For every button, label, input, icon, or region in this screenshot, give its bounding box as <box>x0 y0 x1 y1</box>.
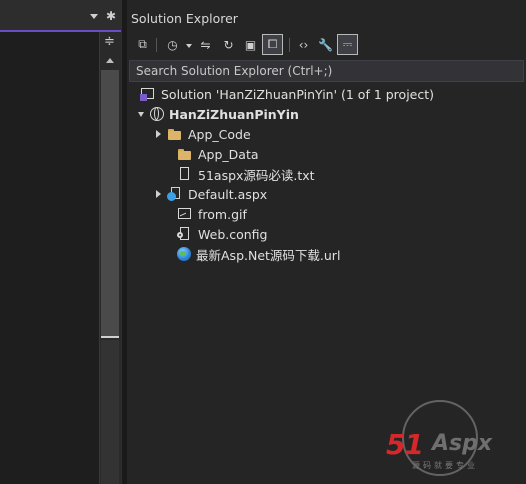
tree-row-item[interactable]: Web.config <box>177 224 267 244</box>
text-file-icon <box>177 166 193 182</box>
tree-row-item[interactable]: App_Data <box>177 144 259 164</box>
tree-item-label: Default.aspx <box>188 186 268 202</box>
web-project-icon <box>150 107 164 121</box>
solution-icon <box>140 86 156 102</box>
editor-area <box>0 0 99 484</box>
tree-item-label: 最新Asp.Net源码下载.url <box>196 247 341 263</box>
toolbar-separator <box>289 38 290 52</box>
expand-arrow-icon[interactable] <box>138 111 144 117</box>
sync-active-icon[interactable]: ⇋ <box>195 34 216 55</box>
tree-row-project[interactable]: HanZiZhuanPinYin <box>138 104 299 124</box>
logo-subtitle: 源码就要专业 <box>412 461 478 470</box>
solution-label: Solution 'HanZiZhuanPinYin' (1 of 1 proj… <box>161 86 435 102</box>
tree-item-label: Web.config <box>198 226 268 242</box>
image-file-icon <box>177 206 193 222</box>
preview-selected-icon[interactable]: ⎓ <box>337 34 358 55</box>
properties-wrench-icon[interactable]: 🔧 <box>315 34 336 55</box>
search-input[interactable] <box>130 61 523 81</box>
scrollbar-lower-track[interactable] <box>101 340 119 484</box>
folder-icon <box>177 146 193 162</box>
toolbar-separator <box>156 38 157 52</box>
chevron-down-icon[interactable] <box>186 44 192 48</box>
aspx-file-icon <box>167 186 183 202</box>
51aspx-watermark-logo: 51 Aspx 源码就要专业 <box>384 398 519 482</box>
logo-number: 51 <box>386 428 424 461</box>
tree-item-label: App_Code <box>188 126 251 142</box>
view-code-icon[interactable]: ‹› <box>293 34 314 55</box>
panel-title: Solution Explorer <box>131 11 238 26</box>
folder-icon <box>167 126 183 142</box>
tree-row-item[interactable]: 51aspx源码必读.txt <box>177 164 315 184</box>
solution-explorer-toolbar: ⧉ ◷ ⇋ ↻ ▣ ⧠ ‹› 🔧 ⎓ <box>127 32 526 58</box>
tree-item-label: App_Data <box>198 146 259 162</box>
scrollbar-thumb[interactable] <box>101 70 119 336</box>
gear-icon[interactable]: ✱ <box>106 10 116 22</box>
config-file-icon <box>177 226 193 242</box>
tree-item-label: from.gif <box>198 206 247 222</box>
tree-item-label: 51aspx源码必读.txt <box>198 167 315 183</box>
url-file-icon <box>177 247 191 261</box>
editor-tab-strip <box>0 0 121 30</box>
tree-row-solution[interactable]: Solution 'HanZiZhuanPinYin' (1 of 1 proj… <box>140 84 434 104</box>
logo-text: Aspx <box>432 431 493 456</box>
tree-row-item[interactable]: 最新Asp.Net源码下载.url <box>177 244 340 264</box>
collapse-arrow-icon[interactable] <box>156 190 161 198</box>
collapse-all-icon[interactable]: ▣ <box>240 34 261 55</box>
project-label: HanZiZhuanPinYin <box>169 106 299 122</box>
refresh-icon[interactable]: ↻ <box>218 34 239 55</box>
tree-row-item[interactable]: App_Code <box>156 124 251 144</box>
show-all-files-icon[interactable]: ⧠ <box>262 34 283 55</box>
split-editor-icon[interactable]: ≑ <box>104 34 115 49</box>
scroll-up-arrow-icon[interactable] <box>106 58 114 63</box>
tab-dropdown-icon[interactable] <box>90 14 98 19</box>
collapse-arrow-icon[interactable] <box>156 130 161 138</box>
scrollbar-position-marker <box>101 336 119 338</box>
tree-row-item[interactable]: from.gif <box>177 204 247 224</box>
search-box[interactable] <box>129 60 524 82</box>
switch-views-icon[interactable]: ⧉ <box>132 34 153 55</box>
tree-row-item[interactable]: Default.aspx <box>156 184 267 204</box>
pending-changes-icon[interactable]: ◷ <box>162 34 183 55</box>
